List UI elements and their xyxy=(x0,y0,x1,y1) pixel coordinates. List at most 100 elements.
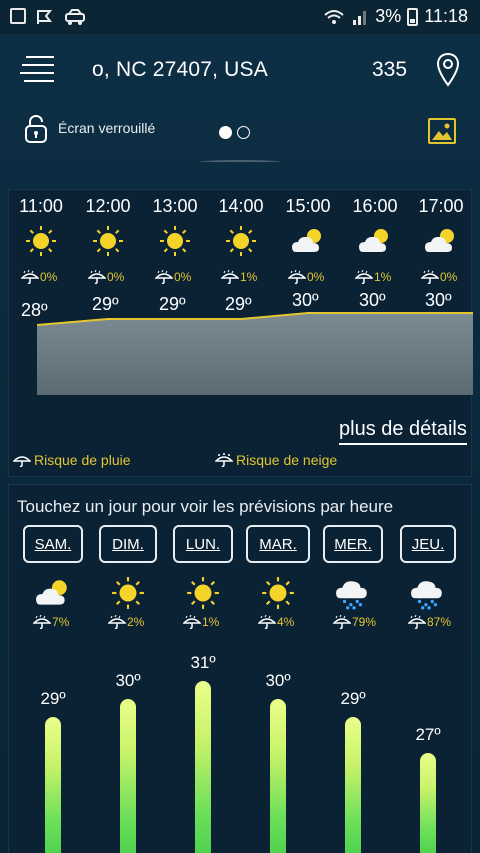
sun-icon xyxy=(93,226,123,256)
daily-instruction: Touchez un jour pour voir les prévisions… xyxy=(17,497,394,516)
snow-risk-legend: Risque de neige xyxy=(215,452,337,468)
day-temperature-bar[interactable] xyxy=(45,717,61,853)
rain-cloud-icon xyxy=(411,581,442,610)
unlock-icon[interactable] xyxy=(24,114,48,144)
page-indicator xyxy=(219,126,250,139)
day-rain-chance: 7% xyxy=(33,615,69,629)
day-temperature-bar[interactable] xyxy=(120,699,136,853)
day-temperature: 29º xyxy=(340,689,366,708)
day-button-lun[interactable]: LUN. xyxy=(173,525,233,563)
rain-cloud-icon xyxy=(336,581,367,610)
wifi-icon xyxy=(324,9,344,24)
day-weather-icon xyxy=(110,575,146,611)
header: o, NC 27407, USA 335 Écran verrouillé xyxy=(0,34,480,184)
hour-weather-icon xyxy=(158,224,192,258)
hour-weather-icon xyxy=(291,224,325,258)
sun-icon xyxy=(112,577,144,609)
day-temperature-bar[interactable] xyxy=(195,681,211,853)
hour-rain-chance: 0% xyxy=(421,270,457,284)
day-button-sam[interactable]: SAM. xyxy=(23,525,83,563)
location-pin-icon[interactable] xyxy=(436,52,460,88)
umbrella-icon xyxy=(221,270,239,284)
partly-cloudy-icon xyxy=(425,229,454,252)
day-button-mar[interactable]: MAR. xyxy=(246,525,310,563)
umbrella-icon xyxy=(108,615,126,629)
day-rain-chance: 4% xyxy=(258,615,294,629)
day-temperature: 30º xyxy=(265,671,291,690)
day-temperature-bar[interactable] xyxy=(345,717,361,853)
day-temperature: 31º xyxy=(190,653,216,672)
hour-time: 16:00 xyxy=(352,196,398,216)
page-dot-inactive[interactable] xyxy=(237,126,250,139)
umbrella-icon xyxy=(33,615,51,629)
day-temperature: 29º xyxy=(40,689,66,708)
partly-cloudy-icon xyxy=(36,580,67,605)
day-weather-icon xyxy=(410,575,446,611)
background-image-icon[interactable] xyxy=(428,118,456,144)
more-details-link[interactable]: plus de détails xyxy=(339,418,467,445)
hour-weather-icon xyxy=(91,224,125,258)
clock: 11:18 xyxy=(424,6,468,26)
car-notification-icon xyxy=(65,9,85,25)
hour-weather-icon xyxy=(224,224,258,258)
umbrella-icon xyxy=(13,456,31,467)
umbrella-icon xyxy=(408,615,426,629)
umbrella-icon xyxy=(258,615,276,629)
hourly-temperature-graph xyxy=(36,312,473,395)
hour-time: 11:00 xyxy=(19,196,63,216)
hour-time: 14:00 xyxy=(218,196,264,216)
gallery-notification-icon xyxy=(10,8,26,24)
sun-icon xyxy=(262,577,294,609)
page-dot-active[interactable] xyxy=(219,126,232,139)
snow-risk-label: Risque de neige xyxy=(236,452,338,468)
hour-rain-chance: 0% xyxy=(155,270,191,284)
hour-rain-chance: 0% xyxy=(21,270,57,284)
day-button-mer[interactable]: MER. xyxy=(323,525,383,563)
status-bar: 3% 11:18 xyxy=(0,0,480,34)
day-weather-icon xyxy=(185,575,221,611)
lock-screen-label: Écran verrouillé xyxy=(58,120,156,136)
hourly-forecast-panel: 11:00 0% 28º 12:00 0% 29º 13:00 0% 29º 14:00 1… xyxy=(8,189,473,477)
battery-percent: 3% xyxy=(375,6,402,26)
pull-handle[interactable] xyxy=(200,160,280,164)
day-temperature-bar[interactable] xyxy=(270,699,286,853)
hour-time: 15:00 xyxy=(285,196,331,216)
hour-rain-chance: 1% xyxy=(355,270,391,284)
day-temperature-bar[interactable] xyxy=(420,753,436,853)
hour-time: 13:00 xyxy=(152,196,198,216)
day-weather-icon xyxy=(260,575,296,611)
snow-umbrella-icon xyxy=(215,453,233,467)
day-rain-chance: 79% xyxy=(333,615,376,629)
day-rain-chance: 2% xyxy=(108,615,144,629)
day-weather-icon xyxy=(35,575,71,611)
sun-icon xyxy=(160,226,190,256)
partly-cloudy-icon xyxy=(359,229,388,252)
location-label[interactable]: o, NC 27407, USA xyxy=(92,58,268,82)
umbrella-icon xyxy=(183,615,201,629)
hour-weather-icon xyxy=(358,224,392,258)
hour-weather-icon xyxy=(424,224,458,258)
hourly-temperature-area xyxy=(37,313,473,395)
hour-rain-chance: 0% xyxy=(288,270,324,284)
day-button-jeu[interactable]: JEU. xyxy=(400,525,456,563)
sun-icon xyxy=(226,226,256,256)
menu-icon[interactable] xyxy=(20,54,56,84)
umbrella-icon xyxy=(88,270,106,284)
sun-icon xyxy=(26,226,56,256)
daily-forecast-panel: Touchez un jour pour voir les prévisions… xyxy=(8,484,472,853)
umbrella-icon xyxy=(333,615,351,629)
signal-icon xyxy=(353,10,367,25)
rain-risk-legend: Risque de pluie xyxy=(13,452,131,468)
battery-icon xyxy=(407,7,419,26)
umbrella-icon xyxy=(421,270,439,284)
elevation-value: 335 xyxy=(372,58,408,81)
day-temperature: 27º xyxy=(415,725,441,744)
umbrella-icon xyxy=(155,270,173,284)
day-button-dim[interactable]: DIM. xyxy=(99,525,157,563)
umbrella-icon xyxy=(288,270,306,284)
partly-cloudy-icon xyxy=(292,229,321,252)
umbrella-icon xyxy=(355,270,373,284)
day-temperature: 30º xyxy=(115,671,141,690)
hour-rain-chance: 1% xyxy=(221,270,257,284)
sun-icon xyxy=(187,577,219,609)
